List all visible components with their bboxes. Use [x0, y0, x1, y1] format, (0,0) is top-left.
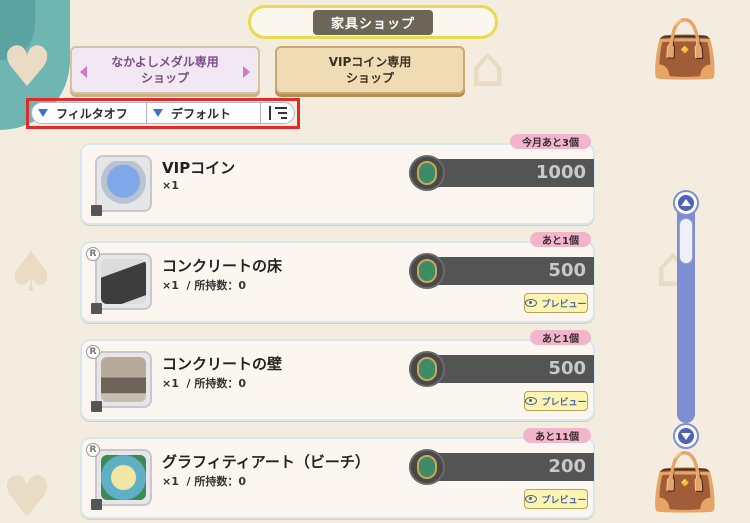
sort-lines-icon: [268, 106, 287, 120]
filter-bar: フィルタオフ デフォルト: [31, 102, 295, 124]
concrete-floor-image: [101, 259, 146, 304]
list-item[interactable]: あと11個 R グラフィティアート（ビーチ） ×1 / 所持数：0 200 プレ…: [80, 428, 595, 519]
sort-label: デフォルト: [171, 106, 232, 121]
item-name: グラフィティアート（ビーチ）: [162, 453, 370, 471]
filter-label: フィルタオフ: [56, 106, 128, 121]
coin-icon: [409, 155, 445, 191]
checkbox[interactable]: [91, 499, 102, 510]
rarity-badge: R: [86, 345, 100, 359]
concrete-wall-image: [101, 357, 146, 402]
basket-decoration-icon: ⌂: [470, 35, 506, 100]
purchase-limit-badge: あと1個: [530, 232, 591, 247]
eye-icon: [525, 495, 538, 503]
item-thumbnail: [95, 155, 152, 212]
purchase-limit-badge: あと11個: [523, 428, 591, 443]
swimsuit-decoration-icon: ♠: [6, 240, 57, 305]
tab-medal-shop[interactable]: なかよしメダル専用 ショップ: [70, 46, 260, 94]
list-item[interactable]: 今月あと3個 VIPコイン ×1 1000: [80, 134, 595, 225]
preview-button[interactable]: プレビュー: [524, 489, 588, 509]
item-thumbnail: [95, 351, 152, 408]
item-quantity: ×1 / 所持数：0: [162, 475, 247, 488]
item-thumbnail: [95, 449, 152, 506]
rarity-badge: R: [86, 247, 100, 261]
preview-label: プレビュー: [541, 495, 587, 506]
scroll-up-button[interactable]: [673, 190, 699, 216]
purchase-limit-badge: 今月あと3個: [510, 134, 591, 149]
sort-dropdown[interactable]: デフォルト: [147, 103, 261, 123]
coin-icon: [409, 351, 445, 387]
tab-medal-label-line2: ショップ: [140, 71, 189, 85]
arrow-up-icon: [678, 195, 694, 211]
coin-icon: [409, 253, 445, 289]
item-name: コンクリートの床: [162, 257, 283, 275]
checkbox[interactable]: [91, 303, 102, 314]
rarity-badge: R: [86, 443, 100, 457]
checkbox[interactable]: [91, 205, 102, 216]
item-quantity: ×1 / 所持数：0: [162, 377, 247, 390]
graffiti-art-image: [101, 455, 146, 500]
item-name: VIPコイン: [162, 159, 236, 177]
scroll-down-button[interactable]: [673, 423, 699, 449]
vip-coin-heart-icon: [101, 161, 146, 206]
item-price: 200: [548, 456, 586, 477]
preview-button[interactable]: プレビュー: [524, 391, 588, 411]
item-price: 1000: [535, 162, 586, 183]
heart-decoration-icon: ♥: [2, 35, 53, 100]
tab-vip-label-line1: VIPコイン専用: [328, 55, 412, 69]
chevron-left-icon: [80, 66, 87, 78]
shop-title-banner: 家具ショップ: [248, 5, 498, 39]
coin-icon: [409, 449, 445, 485]
scrollbar-thumb[interactable]: [679, 218, 693, 264]
dropdown-arrow-icon: [153, 109, 163, 117]
item-quantity: ×1 / 所持数：0: [162, 279, 247, 292]
item-thumbnail: [95, 253, 152, 310]
bag-decoration-icon: 👜: [650, 17, 720, 82]
eye-icon: [525, 397, 538, 405]
preview-label: プレビュー: [541, 299, 587, 310]
item-name: コンクリートの壁: [162, 355, 283, 373]
preview-label: プレビュー: [541, 397, 587, 408]
checkbox[interactable]: [91, 401, 102, 412]
chevron-right-icon: [243, 66, 250, 78]
tab-vip-shop[interactable]: VIPコイン専用 ショップ: [275, 46, 465, 94]
arrow-down-icon: [678, 428, 694, 444]
sort-order-button[interactable]: [261, 103, 294, 123]
eye-icon: [525, 299, 538, 307]
page-title: 家具ショップ: [312, 9, 433, 35]
preview-button[interactable]: プレビュー: [524, 293, 588, 313]
tab-medal-label-line1: なかよしメダル専用: [111, 55, 219, 69]
dropdown-arrow-icon: [38, 109, 48, 117]
heart-decoration-icon: ♥: [2, 465, 53, 523]
tab-vip-label-line2: ショップ: [345, 71, 394, 85]
purchase-limit-badge: あと1個: [530, 330, 591, 345]
filter-dropdown[interactable]: フィルタオフ: [32, 103, 147, 123]
item-price: 500: [548, 260, 586, 281]
bag-decoration-icon: 👜: [650, 450, 720, 515]
item-price: 500: [548, 358, 586, 379]
list-item[interactable]: あと1個 R コンクリートの壁 ×1 / 所持数：0 500 プレビュー: [80, 330, 595, 421]
item-quantity: ×1: [162, 179, 179, 192]
list-item[interactable]: あと1個 R コンクリートの床 ×1 / 所持数：0 500 プレビュー: [80, 232, 595, 323]
